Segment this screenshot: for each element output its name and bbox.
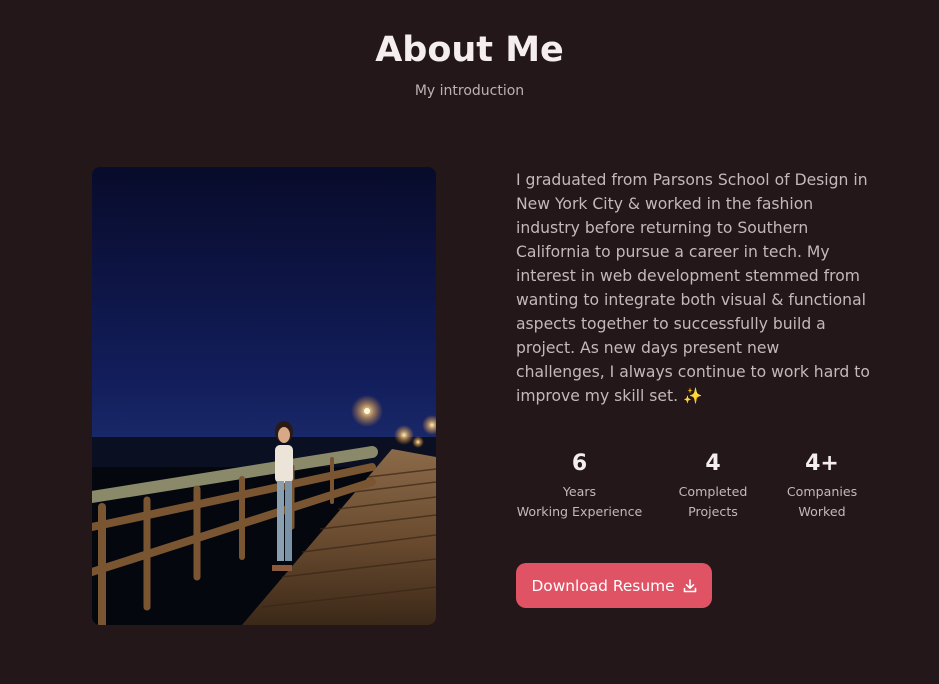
about-section: About Me My introduction I graduated fro… (0, 0, 939, 684)
profile-photo (92, 167, 436, 625)
stat-companies: 4+ Companies Worked (782, 450, 862, 522)
stat-label-line: Companies (786, 484, 858, 499)
download-resume-button[interactable]: Download Resume (516, 563, 712, 608)
stat-label: Companies Worked (782, 482, 862, 522)
stat-label: Completed Projects (674, 482, 752, 522)
section-title: About Me (375, 30, 564, 70)
stat-label-line: Years (562, 484, 597, 499)
download-icon (683, 578, 697, 593)
download-resume-label: Download Resume (531, 576, 675, 595)
stat-label-line: Completed (678, 484, 748, 499)
stat-projects: 4 Completed Projects (674, 450, 752, 522)
stat-label: Years Working Experience (516, 482, 643, 522)
stat-value: 4+ (805, 451, 839, 476)
section-subtitle: My introduction (414, 83, 525, 99)
stat-value: 4 (705, 451, 721, 476)
stat-label-line: Projects (688, 504, 738, 519)
stats: 6 Years Working Experience 4 Completed P… (516, 450, 876, 530)
bio-text: I graduated from Parsons School of Desig… (516, 171, 870, 405)
stat-label-line: Working Experience (516, 504, 643, 519)
stat-label-line: Worked (798, 504, 846, 519)
stat-value: 6 (571, 451, 588, 476)
stat-years: 6 Years Working Experience (516, 450, 643, 522)
